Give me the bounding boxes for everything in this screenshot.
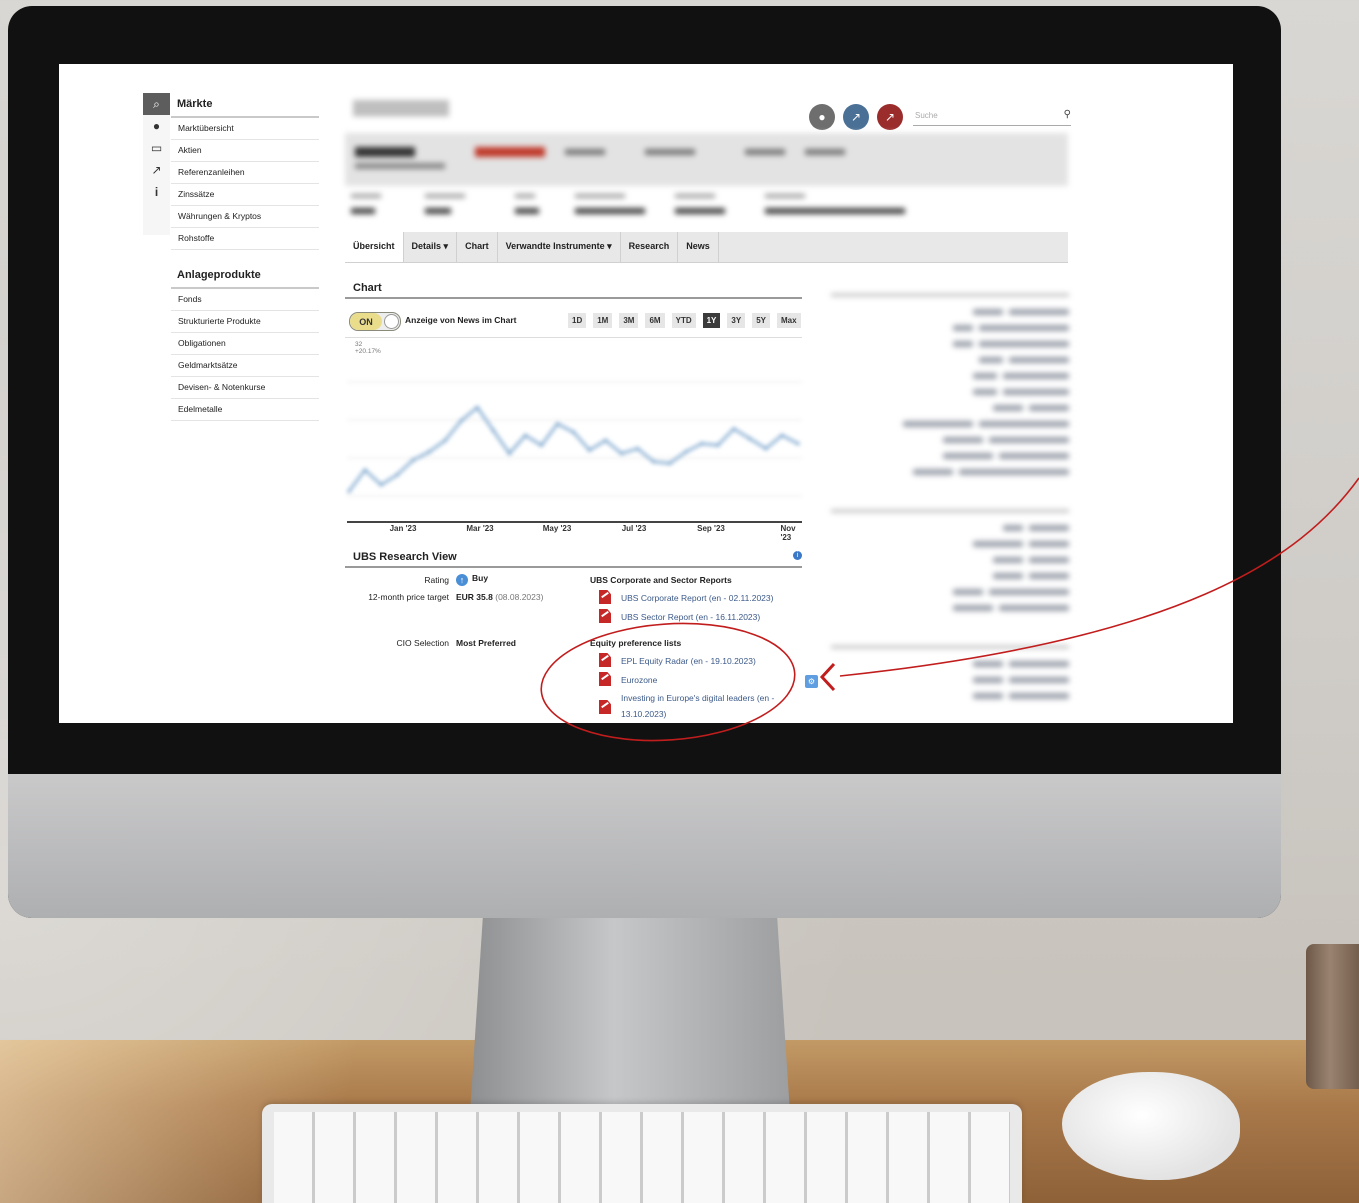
annotation-ellipse bbox=[540, 622, 796, 742]
annotation-layer bbox=[540, 477, 1359, 742]
annotation-arrow-head bbox=[819, 662, 836, 692]
annotation-curve-arrow bbox=[839, 477, 1359, 677]
